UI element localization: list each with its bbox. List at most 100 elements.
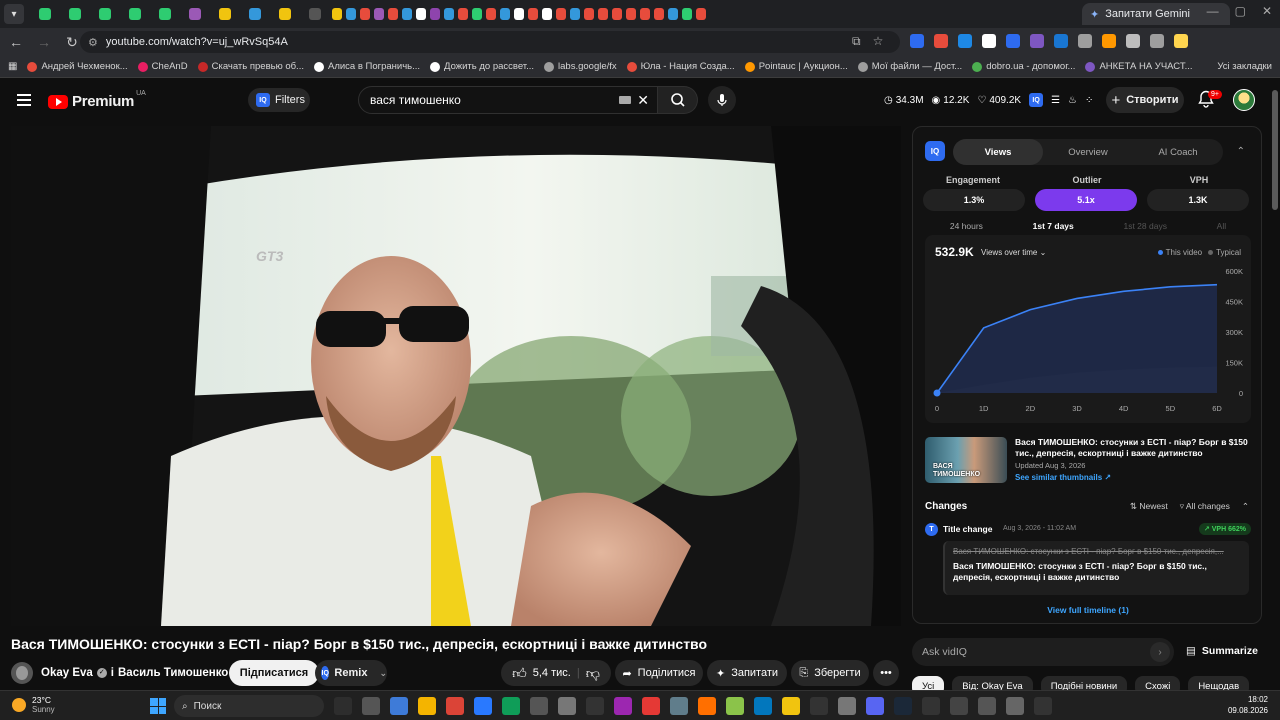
- pinned-tab-icon[interactable]: [612, 8, 622, 20]
- pinned-tab-icon[interactable]: [416, 8, 426, 20]
- taskbar-app-icon[interactable]: [446, 697, 464, 715]
- metric-vph-value[interactable]: 1.3K: [1147, 189, 1249, 211]
- tab-search-button[interactable]: ▾: [4, 4, 24, 24]
- pinned-tab-icon[interactable]: [486, 8, 496, 20]
- bookmark-item[interactable]: Скачать превью об...: [197, 61, 304, 72]
- pinned-tab-icon[interactable]: [219, 8, 231, 20]
- taskbar-app-icon[interactable]: [530, 697, 548, 715]
- similar-thumbnails-link[interactable]: See similar thumbnails ↗: [1015, 473, 1111, 482]
- pinned-tab-icon[interactable]: [279, 8, 291, 20]
- taskbar-app-icon[interactable]: [474, 697, 492, 715]
- search-button[interactable]: [658, 86, 698, 114]
- pinned-tab-icon[interactable]: [458, 8, 468, 20]
- pinned-tab-icon[interactable]: [500, 8, 510, 20]
- taskbar-app-icon[interactable]: [810, 697, 828, 715]
- taskbar-app-icon[interactable]: [502, 697, 520, 715]
- collapse-changes-icon[interactable]: ⌃: [1242, 501, 1249, 512]
- share-button[interactable]: ➦ Поділитися: [615, 660, 703, 686]
- metric-engagement-value[interactable]: 1.3%: [923, 189, 1025, 211]
- extension-icon[interactable]: [934, 34, 948, 48]
- bell-alert-icon[interactable]: ♨: [1068, 95, 1077, 106]
- metric-outlier-value[interactable]: 5.1x: [1035, 189, 1137, 211]
- vidiq-filters-button[interactable]: IQ Filters: [248, 88, 310, 112]
- grid-icon[interactable]: ⁘: [1085, 95, 1093, 106]
- bookmark-star-icon[interactable]: ☆: [873, 34, 884, 49]
- taskbar-app-icon[interactable]: [334, 697, 352, 715]
- taskbar-app-icon[interactable]: [922, 697, 940, 715]
- like-button[interactable]: 👍︎ 5,4 тис.: [512, 665, 571, 682]
- extension-icon[interactable]: [910, 34, 924, 48]
- extension-icon[interactable]: [1126, 34, 1140, 48]
- extension-icon[interactable]: [1150, 34, 1164, 48]
- create-button[interactable]: + Створити: [1106, 87, 1184, 113]
- pinned-tab-icon[interactable]: [542, 8, 552, 20]
- taskbar-app-icon[interactable]: [418, 697, 436, 715]
- system-clock[interactable]: 18:02 09.08.2026: [1228, 694, 1268, 716]
- taskbar-app-icon[interactable]: [1006, 697, 1024, 715]
- taskbar-app-icon[interactable]: [362, 697, 380, 715]
- menu-icon[interactable]: [17, 94, 31, 106]
- taskbar-app-icon[interactable]: [670, 697, 688, 715]
- extension-icon[interactable]: [1030, 34, 1044, 48]
- extension-icon[interactable]: [1006, 34, 1020, 48]
- taskbar-app-icon[interactable]: [586, 697, 604, 715]
- youtube-logo[interactable]: Premium UA: [48, 90, 146, 110]
- apps-icon[interactable]: ▦: [8, 61, 17, 72]
- pinned-tab-icon[interactable]: [388, 8, 398, 20]
- pinned-tab-icon[interactable]: [472, 8, 482, 20]
- views-dropdown[interactable]: Views over time ⌄: [981, 248, 1046, 257]
- pinned-tab-icon[interactable]: [309, 8, 321, 20]
- maximize-icon[interactable]: ▢: [1235, 4, 1246, 18]
- collab-channel-name[interactable]: Василь Тимошенко: [118, 667, 228, 679]
- keyboard-icon[interactable]: [619, 96, 631, 104]
- address-bar[interactable]: ⚙ youtube.com/watch?v=uj_wRvSq54A: [80, 31, 900, 53]
- extension-icon[interactable]: [1078, 34, 1092, 48]
- taskbar-app-icon[interactable]: [950, 697, 968, 715]
- sort-button[interactable]: ⇅ Newest: [1130, 501, 1168, 512]
- taskbar-app-icon[interactable]: [390, 697, 408, 715]
- pinned-tab-icon[interactable]: [402, 8, 412, 20]
- pinned-tab-icon[interactable]: [332, 8, 342, 20]
- subscribe-button[interactable]: Підписатися: [229, 660, 319, 686]
- taskbar-app-icon[interactable]: [782, 697, 800, 715]
- bookmark-item[interactable]: labs.google/fx: [544, 61, 617, 72]
- pinned-tab-icon[interactable]: [374, 8, 384, 20]
- site-info-icon[interactable]: ⚙: [88, 36, 98, 49]
- range-28d[interactable]: 1st 28 days: [1123, 221, 1166, 231]
- save-button[interactable]: ⎘ Зберегти: [791, 660, 869, 686]
- windows-start-icon[interactable]: [150, 698, 166, 714]
- pinned-tab-icon[interactable]: [598, 8, 608, 20]
- pinned-tab-icon[interactable]: [654, 8, 664, 20]
- pinned-tab-icon[interactable]: [668, 8, 678, 20]
- pinned-tab-icon[interactable]: [626, 8, 636, 20]
- page-scrollbar[interactable]: [1272, 90, 1278, 210]
- send-icon[interactable]: ›: [1150, 642, 1170, 662]
- pinned-tab-icon[interactable]: [696, 8, 706, 20]
- back-icon[interactable]: ←: [4, 30, 28, 54]
- taskbar-app-icon[interactable]: [698, 697, 716, 715]
- ask-vidiq-input[interactable]: Ask vidIQ ›: [912, 638, 1174, 666]
- pinned-tab-icon[interactable]: [444, 8, 454, 20]
- taskbar-app-icon[interactable]: [866, 697, 884, 715]
- channel-name[interactable]: Okay Eva: [41, 667, 93, 679]
- pinned-tab-icon[interactable]: [39, 8, 51, 20]
- taskbar-app-icon[interactable]: [726, 697, 744, 715]
- list-icon[interactable]: ☰: [1051, 95, 1060, 106]
- remix-button[interactable]: IQ Remix ⌄: [315, 660, 387, 686]
- pinned-tab-icon[interactable]: [189, 8, 201, 20]
- bookmark-item[interactable]: Андрей Чехменок...: [27, 61, 128, 72]
- extension-icon[interactable]: [958, 34, 972, 48]
- taskbar-app-icon[interactable]: [978, 697, 996, 715]
- bookmark-item[interactable]: dobro.ua - допомог...: [972, 61, 1075, 72]
- pinned-tab-icon[interactable]: [430, 8, 440, 20]
- all-bookmarks[interactable]: Усі закладки: [1217, 61, 1272, 72]
- extension-icon[interactable]: [1174, 34, 1188, 48]
- extension-icon[interactable]: [1102, 34, 1116, 48]
- taskbar-app-icon[interactable]: [558, 697, 576, 715]
- view-full-timeline-link[interactable]: View full timeline (1): [913, 605, 1261, 615]
- bookmark-item[interactable]: Мої файли — Дост...: [857, 61, 962, 72]
- pinned-tab-icon[interactable]: [682, 8, 692, 20]
- pinned-tab-icon[interactable]: [99, 8, 111, 20]
- filter-button[interactable]: ▿ All changes: [1180, 501, 1230, 512]
- search-input[interactable]: вася тимошенко ✕: [358, 86, 658, 114]
